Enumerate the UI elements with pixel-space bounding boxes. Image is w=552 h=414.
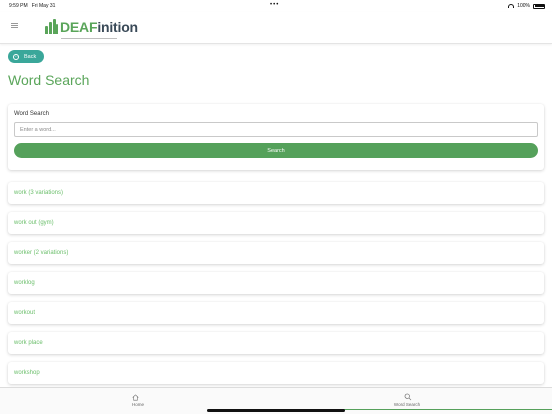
result-label: work out (gym): [14, 220, 54, 226]
menu-icon[interactable]: [11, 23, 18, 29]
page-title: Word Search: [8, 72, 90, 88]
result-item[interactable]: worker (2 variations): [8, 242, 544, 264]
tab-home-label: Home: [131, 402, 144, 407]
back-button[interactable]: Back: [8, 50, 44, 63]
search-card: Word Search Search: [8, 104, 544, 170]
home-icon: [132, 394, 139, 401]
back-label: Back: [24, 53, 37, 60]
search-label: Word Search: [14, 111, 49, 117]
multitask-dots-icon[interactable]: •••: [270, 2, 279, 8]
status-time: 9:59 PM Fri May 31: [9, 3, 56, 9]
logo-text: DEAFinition: [60, 19, 138, 35]
result-item[interactable]: work out (gym): [8, 212, 544, 234]
result-label: work (3 variations): [14, 190, 64, 196]
back-arrow-icon: [13, 53, 19, 60]
result-item[interactable]: workshop: [8, 362, 544, 384]
search-input[interactable]: [14, 122, 538, 137]
result-label: workshop: [14, 370, 40, 376]
logo-tagline: [61, 38, 117, 39]
result-label: workout: [14, 310, 36, 316]
home-indicator[interactable]: [207, 409, 345, 412]
status-bar: 9:59 PM Fri May 31 ••• 100%: [0, 0, 552, 12]
search-icon: [404, 393, 412, 401]
result-item[interactable]: work place: [8, 332, 544, 354]
result-label: worklog: [14, 280, 35, 286]
wifi-icon: [508, 4, 515, 8]
battery-icon: [533, 3, 545, 9]
tab-word-search-label: Word Search: [393, 402, 421, 407]
search-button[interactable]: Search: [14, 143, 538, 158]
app-header: DEAFinition: [0, 12, 552, 44]
logo-mark-icon: [45, 19, 59, 34]
result-label: work place: [14, 340, 43, 346]
result-label: worker (2 variations): [14, 250, 69, 256]
status-right: 100%: [508, 3, 545, 9]
logo: DEAFinition: [45, 16, 138, 34]
result-item[interactable]: workout: [8, 302, 544, 324]
result-item[interactable]: worklog: [8, 272, 544, 294]
battery-percent: 100%: [517, 3, 530, 9]
result-item[interactable]: work (3 variations): [8, 182, 544, 204]
